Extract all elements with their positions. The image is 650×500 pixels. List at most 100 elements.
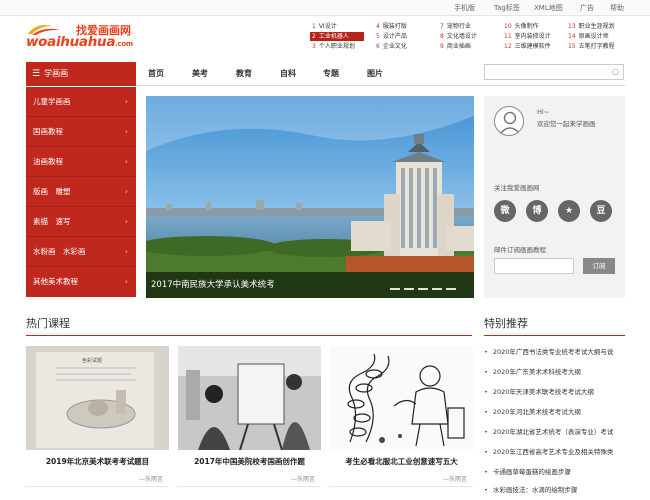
tag-link[interactable]: Tag标签: [494, 3, 520, 13]
recommend-item[interactable]: • 2020年广东美术术科统考大纲: [484, 362, 625, 382]
recommend-item-label: 2020年湖北省艺术统考（表演专业）考试: [492, 428, 614, 436]
recommend-item[interactable]: • 水彩画技法：水滴的绘制步骤: [484, 480, 625, 500]
course-title[interactable]: 2017年中国美院校考国画创作题: [178, 456, 321, 467]
category-menu-button[interactable]: ☰ 学画画: [26, 62, 136, 86]
douban-icon[interactable]: 豆: [590, 200, 612, 222]
hot-keyword[interactable]: 4 服装打版: [374, 22, 407, 31]
course-thumbnail: [178, 346, 321, 450]
hot-courses-divider: [26, 335, 472, 336]
course-card[interactable]: 色彩试题 2019年北京美术联考考试题目 —乐雨言: [26, 346, 169, 490]
recommend-item-label: 卡通画草莓蛋糕的绘画步骤: [492, 468, 571, 476]
help-link[interactable]: 帮助: [610, 3, 624, 13]
category-menu-label: 学画画: [44, 69, 69, 78]
category-sidebar: 儿童学画画 › 国画教程 › 油画教程 › 版画 雕塑 › 素描 速写 › 水粉画 水彩画…: [26, 87, 136, 297]
carousel-dot[interactable]: [404, 288, 414, 290]
email-field[interactable]: [494, 258, 574, 274]
nav-science[interactable]: 自科: [280, 62, 296, 86]
subscribe-label: 邮件订阅画画教程: [494, 246, 546, 254]
site-logo[interactable]: 找爱画画网 woaihuahua.com: [26, 22, 136, 56]
recommend-item[interactable]: • 2020年广西书法类专业统考考试大纲与说: [484, 342, 625, 362]
hero-banner[interactable]: 2017中南民族大学承认美术统考: [146, 96, 474, 298]
menu-icon: ☰: [32, 69, 41, 79]
bullet-icon: •: [484, 448, 488, 456]
course-card[interactable]: 2017年中国美院校考国画创作题 —乐雨言: [178, 346, 321, 490]
recommend-item[interactable]: • 卡通画草莓蛋糕的绘画步骤: [484, 462, 625, 482]
subscribe-button[interactable]: 订阅: [583, 258, 615, 274]
hot-keyword[interactable]: 15 五笔打字教程: [566, 42, 615, 51]
search-input[interactable]: ○: [484, 64, 624, 80]
sidebar-item-label: 素描 速写: [33, 217, 71, 226]
recommend-item-label: 水彩画技法：水滴的绘制步骤: [492, 486, 578, 494]
hot-keyword[interactable]: 8 文化墙设计: [438, 32, 477, 41]
recommend-item[interactable]: • 2020年河北美术统考考试大纲: [484, 402, 625, 422]
hot-keyword[interactable]: 10 头像制作: [502, 22, 539, 31]
nav-art-exam[interactable]: 美考: [192, 62, 208, 86]
main-nav: ☰ 学画画 首页 美考 教育 自科 专题 图片 ○: [26, 62, 626, 86]
banner-caption[interactable]: 2017中南民族大学承认美术统考: [146, 272, 474, 298]
nav-education[interactable]: 教育: [236, 62, 252, 86]
sidebar-item-label: 水粉画 水彩画: [33, 247, 86, 256]
carousel-dot[interactable]: [418, 288, 428, 290]
hot-keyword[interactable]: 7 宠物行业: [438, 22, 471, 31]
banner-image: [146, 96, 474, 298]
recommend-item-label: 2020年河北美术统考考试大纲: [492, 408, 581, 416]
hot-keyword[interactable]: 11 室内装修设计: [502, 32, 551, 41]
chevron-right-icon: ›: [124, 187, 128, 196]
bullet-icon: •: [484, 368, 488, 376]
ads-link[interactable]: 广告: [580, 3, 594, 13]
nav-images[interactable]: 图片: [367, 62, 383, 86]
sidebar-item[interactable]: 油画教程 ›: [26, 147, 136, 177]
hot-keyword[interactable]: 6 企业文化: [374, 42, 407, 51]
hot-courses-title: 热门课程: [26, 317, 70, 330]
hot-keyword[interactable]: 2 工业机器人: [310, 32, 364, 41]
sidebar-item-label: 国画教程: [33, 127, 63, 136]
sidebar-item[interactable]: 素描 速写 ›: [26, 207, 136, 237]
course-title[interactable]: 考生必看北服北工业创意速写五大: [330, 456, 473, 467]
recommend-item-label: 2020年天津美术联考统考考试大纲: [492, 388, 594, 396]
course-title[interactable]: 2019年北京美术联考考试题目: [26, 456, 169, 467]
carousel-dot[interactable]: [390, 288, 400, 290]
carousel-dot[interactable]: [432, 288, 442, 290]
course-author: —乐雨言: [290, 476, 315, 483]
recommend-item-label: 2020年广西书法类专业统考考试大纲与说: [492, 348, 614, 356]
mobile-link[interactable]: 手机版: [454, 3, 475, 13]
recommend-item[interactable]: • 2020年湖北省艺术统考（表演专业）考试: [484, 422, 625, 442]
hot-keyword[interactable]: 9 商业插画: [438, 42, 471, 51]
recommend-title: 特别推荐: [484, 317, 528, 330]
sidebar-item[interactable]: 儿童学画画 ›: [26, 87, 136, 117]
chevron-right-icon: ›: [124, 277, 128, 286]
recommend-item[interactable]: • 2020年江西省高考艺术专业及相关特殊类: [484, 442, 625, 462]
recommend-item[interactable]: • 2020年天津美术联考统考考试大纲: [484, 382, 625, 402]
avatar[interactable]: [494, 106, 524, 136]
chevron-right-icon: ›: [124, 97, 128, 106]
hot-keyword[interactable]: 14 原画设计师: [566, 32, 609, 41]
weibo-icon[interactable]: 博: [526, 200, 548, 222]
sidebar-item-label: 版画 雕塑: [33, 187, 71, 196]
chevron-right-icon: ›: [124, 247, 128, 256]
recommend-item-label: 2020年江西省高考艺术专业及相关特殊类: [492, 448, 614, 456]
recommend-item-label: 2020年广东美术术科统考大纲: [492, 368, 581, 376]
welcome-text: 欢迎您一起来学画画: [537, 120, 596, 128]
course-card[interactable]: 考生必看北服北工业创意速写五大 —乐雨言: [330, 346, 473, 490]
nav-topics[interactable]: 专题: [323, 62, 339, 86]
search-icon[interactable]: ○: [612, 67, 619, 76]
carousel-dot[interactable]: [446, 288, 456, 290]
hot-keyword[interactable]: 3 个人职业规划: [310, 42, 355, 51]
hot-keyword[interactable]: 13 职业生涯规划: [566, 22, 615, 31]
sidebar-item[interactable]: 国画教程 ›: [26, 117, 136, 147]
hot-keyword[interactable]: 12 三维建模软件: [502, 42, 551, 51]
hot-keyword[interactable]: 5 设计产品: [374, 32, 407, 41]
bullet-icon: •: [484, 486, 488, 494]
user-panel: Hi~ 欢迎您一起来学画画 关注我爱画画网 微 博 ★ 豆 邮件订阅画画教程 订…: [484, 96, 625, 298]
nav-home[interactable]: 首页: [148, 62, 164, 86]
bullet-icon: •: [484, 468, 488, 476]
sidebar-item[interactable]: 其他美术教程 ›: [26, 267, 136, 297]
xml-map-link[interactable]: XML地图: [534, 3, 563, 13]
hot-keyword[interactable]: 1 VI设计: [310, 22, 337, 31]
chevron-right-icon: ›: [124, 217, 128, 226]
wechat-icon[interactable]: 微: [494, 200, 516, 222]
greeting-text: Hi~: [537, 108, 550, 116]
sidebar-item[interactable]: 版画 雕塑 ›: [26, 177, 136, 207]
sidebar-item[interactable]: 水粉画 水彩画 ›: [26, 237, 136, 267]
star-icon[interactable]: ★: [558, 200, 580, 222]
